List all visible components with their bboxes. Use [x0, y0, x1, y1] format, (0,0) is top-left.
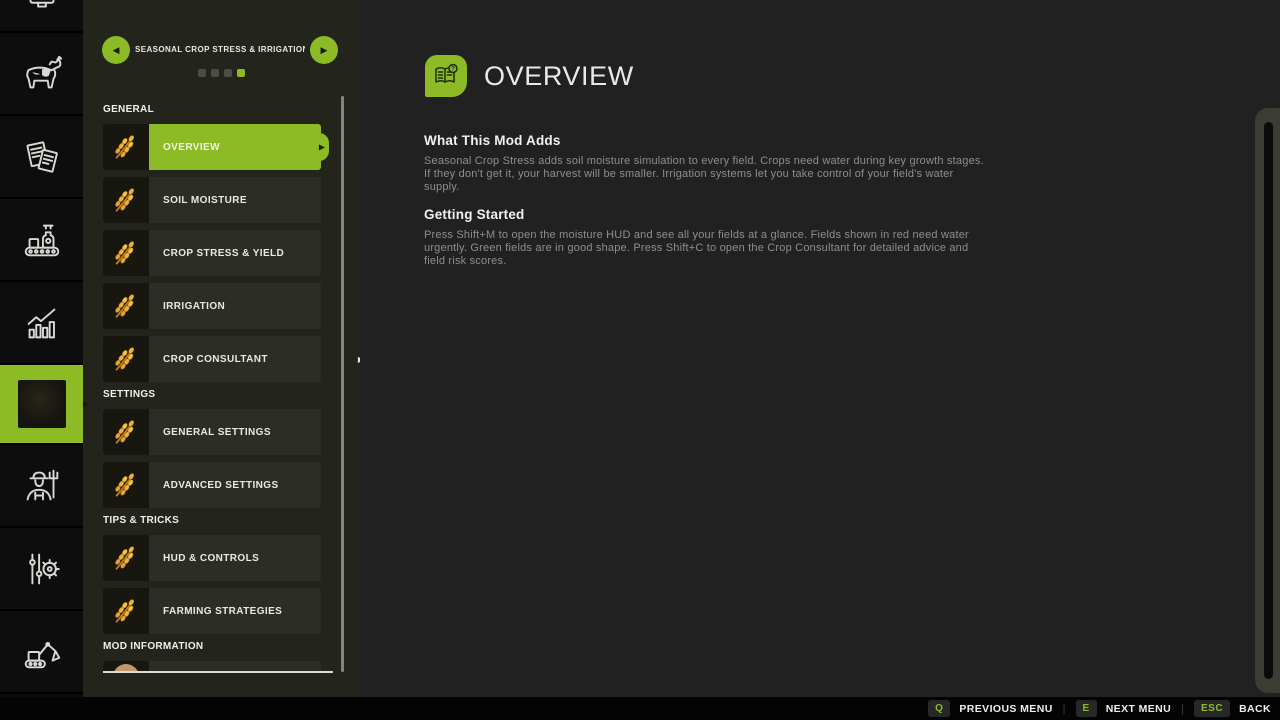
- menu-item-advanced-settings[interactable]: ADVANCED SETTINGS: [103, 462, 321, 508]
- content-header: OVERVIEW: [425, 55, 634, 97]
- page-title: OVERVIEW: [484, 61, 634, 92]
- arrow-right-icon: ▶: [321, 45, 328, 56]
- sidebar-tab-animals[interactable]: [0, 33, 83, 116]
- content-section-what-this-mod-adds: What This Mod Adds Seasonal Crop Stress …: [424, 133, 984, 195]
- menu-panel-title: SEASONAL CROP STRESS & IRRIGATION MA...: [135, 45, 305, 54]
- mod-author-icon: [103, 661, 149, 671]
- menu-panel: ◀ SEASONAL CROP STRESS & IRRIGATION MA..…: [83, 0, 360, 697]
- menu-list: GENERAL OVERVIEW ▶ SOIL MOISTURE CROP ST…: [103, 96, 321, 671]
- page-dot-active: [237, 69, 245, 77]
- hint-previous-menu[interactable]: Q PREVIOUS MENU: [928, 700, 1053, 717]
- menu-bottom-divider: [103, 671, 333, 673]
- key-badge-q: Q: [928, 700, 950, 717]
- wheat-icon: [103, 409, 149, 455]
- key-badge-esc: ESC: [1194, 700, 1230, 717]
- prev-page-button[interactable]: ◀: [102, 36, 130, 64]
- sidebar-tab-crop-stress-mod[interactable]: ▶: [0, 365, 83, 445]
- wheat-icon: [103, 588, 149, 634]
- page-dot: [211, 69, 219, 77]
- sidebar-tab-construction[interactable]: [0, 611, 83, 694]
- wheat-icon: [103, 124, 149, 170]
- menu-item-general-settings[interactable]: GENERAL SETTINGS: [103, 409, 321, 455]
- statistics-icon: [19, 300, 65, 346]
- sidebar-tab-production[interactable]: [0, 199, 83, 282]
- wheat-icon: [103, 230, 149, 276]
- next-page-button[interactable]: ▶: [310, 36, 338, 64]
- wheat-icon: [103, 336, 149, 382]
- map-partial-icon: [19, 0, 65, 20]
- section-title-general: GENERAL: [103, 104, 321, 115]
- mod-crop-stress-icon: [18, 380, 66, 428]
- wheat-icon: [103, 462, 149, 508]
- game-menu-screen: ▶ ◀ SEASONAL CROP STRESS & IRRIGATION MA…: [0, 0, 1280, 720]
- selected-tab-arrow-icon: ▶: [83, 400, 89, 409]
- wheat-icon: [103, 283, 149, 329]
- hint-separator: |: [1181, 703, 1184, 715]
- menu-item-partial[interactable]: [103, 661, 321, 671]
- menu-item-farming-strategies[interactable]: FARMING STRATEGIES: [103, 588, 321, 634]
- contracts-documents-icon: [19, 134, 65, 180]
- section-title-settings: SETTINGS: [103, 389, 321, 400]
- menu-item-crop-consultant[interactable]: CROP CONSULTANT: [103, 336, 321, 382]
- construction-excavator-icon: [19, 629, 65, 675]
- content-section-getting-started: Getting Started Press Shift+M to open th…: [424, 207, 984, 269]
- menu-item-crop-stress-yield[interactable]: CROP STRESS & YIELD: [103, 230, 321, 276]
- section-title-tips-tricks: TIPS & TRICKS: [103, 515, 321, 526]
- left-icon-sidebar: ▶: [0, 0, 83, 697]
- section-body: Seasonal Crop Stress adds soil moisture …: [424, 155, 984, 195]
- content-scrollbar[interactable]: [1255, 108, 1280, 693]
- menu-item-hud-controls[interactable]: HUD & CONTROLS: [103, 535, 321, 581]
- page-dot: [198, 69, 206, 77]
- sidebar-tab-farmer[interactable]: [0, 445, 83, 528]
- production-icon: [19, 217, 65, 263]
- section-heading: What This Mod Adds: [424, 133, 984, 148]
- hint-separator: |: [1063, 703, 1066, 715]
- page-dot: [224, 69, 232, 77]
- section-title-mod-information: MOD INFORMATION: [103, 641, 321, 652]
- hint-next-menu[interactable]: E NEXT MENU: [1076, 700, 1172, 717]
- help-book-icon: [425, 55, 467, 97]
- settings-sliders-icon: [19, 546, 65, 592]
- hint-back[interactable]: ESC BACK: [1194, 700, 1271, 717]
- menu-item-soil-moisture[interactable]: SOIL MOISTURE: [103, 177, 321, 223]
- farmer-icon: [19, 463, 65, 509]
- menu-item-irrigation[interactable]: IRRIGATION: [103, 283, 321, 329]
- wheat-icon: [103, 177, 149, 223]
- content-scrollbar-thumb[interactable]: [1264, 122, 1273, 679]
- section-heading: Getting Started: [424, 207, 984, 222]
- selected-item-arrow-icon: ▶: [319, 143, 325, 152]
- animals-cow-icon: [19, 51, 65, 97]
- bottom-hint-bar: Q PREVIOUS MENU | E NEXT MENU | ESC BACK: [0, 697, 1280, 720]
- key-badge-e: E: [1076, 700, 1097, 717]
- section-body: Press Shift+M to open the moisture HUD a…: [424, 229, 984, 269]
- content-area: OVERVIEW What This Mod Adds Seasonal Cro…: [360, 0, 1280, 697]
- pagination-dots: [83, 69, 360, 77]
- sidebar-tab-contracts[interactable]: [0, 116, 83, 199]
- sidebar-tab-map[interactable]: [0, 0, 83, 33]
- menu-scrollbar[interactable]: [341, 96, 344, 672]
- arrow-left-icon: ◀: [113, 45, 120, 56]
- sidebar-tab-statistics[interactable]: [0, 282, 83, 365]
- wheat-icon: [103, 535, 149, 581]
- sidebar-tab-settings[interactable]: [0, 528, 83, 611]
- menu-item-overview[interactable]: OVERVIEW ▶: [103, 124, 321, 170]
